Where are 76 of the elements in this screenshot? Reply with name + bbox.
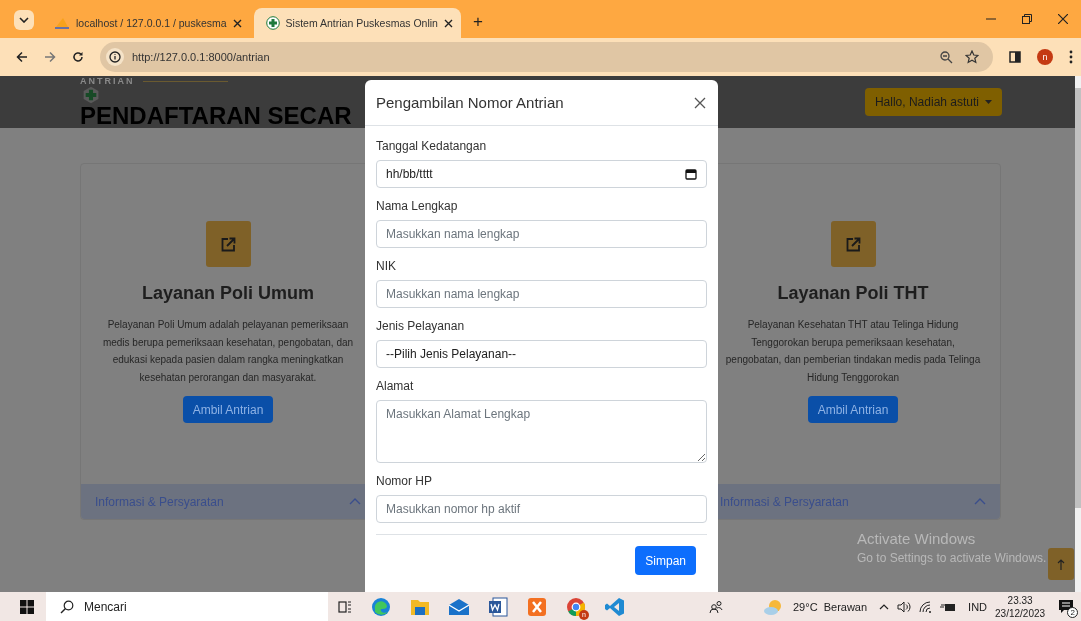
textarea-field[interactable]: Masukkan Alamat Lengkap — [376, 400, 707, 463]
task-view-icon[interactable] — [338, 599, 352, 614]
forward-icon[interactable] — [44, 51, 56, 63]
star-icon[interactable] — [965, 50, 979, 64]
date-field[interactable]: hh/bb/tttt — [376, 160, 707, 188]
folder-icon[interactable] — [410, 597, 430, 616]
chevron-down-icon — [19, 17, 29, 23]
close-icon[interactable] — [1058, 14, 1068, 24]
battery-plug-icon[interactable] — [940, 601, 957, 612]
modal-title: Pengambilan Nomor Antrian — [376, 94, 564, 111]
info-icon[interactable] — [106, 48, 124, 66]
scrollbar[interactable] — [1075, 76, 1081, 592]
chevron-icon — [974, 498, 986, 505]
word-icon[interactable] — [488, 596, 508, 617]
select-field[interactable]: --Pilih Jenis Pelayanan-- — [376, 340, 707, 368]
close-icon[interactable] — [232, 18, 242, 28]
card-description: Pelayanan Kesehatan THT atau Telinga Hidung Tenggorokan berupa pemeriksaan kesehatan, pengobatan, dan pemberian tindakan medis pada Telinga Hidung Tenggorokan — [724, 318, 982, 385]
clock-time[interactable]: 23.33 — [1007, 593, 1033, 607]
zoom-out-icon[interactable] — [940, 50, 953, 64]
take-queue-button[interactable]: Ambil Antrian — [182, 396, 274, 423]
notification-count: 2 — [1067, 606, 1079, 618]
edge-icon[interactable] — [371, 596, 391, 617]
restore-icon[interactable] — [1022, 14, 1032, 24]
wifi-icon[interactable] — [919, 600, 933, 613]
xampp-icon[interactable] — [527, 596, 547, 617]
field-label: Jenis Pelayanan — [376, 319, 466, 333]
browser-tab[interactable]: Sistem Antrian Puskesmas Onlin — [253, 8, 461, 38]
people-icon[interactable] — [709, 599, 723, 614]
activation-title: Activate Windows — [857, 530, 977, 547]
close-icon[interactable] — [443, 18, 453, 28]
code-editor-icon[interactable] — [605, 596, 625, 617]
cross-logo-icon — [265, 16, 280, 30]
side-panel-icon[interactable] — [1009, 51, 1021, 63]
new-tab-button[interactable]: + — [468, 12, 487, 32]
caret-icon — [985, 100, 992, 104]
field-label: NIK — [376, 259, 397, 273]
tab-list-button[interactable] — [14, 10, 34, 30]
input-field[interactable]: Masukkan nama lengkap — [376, 280, 707, 308]
take-queue-button[interactable]: Ambil Antrian — [807, 396, 899, 423]
arrow-up-icon — [1057, 558, 1065, 570]
weather-text[interactable]: 29°C Berawan — [793, 600, 868, 613]
external-link-icon — [220, 236, 236, 252]
notification-icon[interactable] — [1059, 599, 1074, 614]
input-field[interactable]: Masukkan nama lengkap — [376, 220, 707, 248]
profile-avatar[interactable]: n — [1037, 49, 1053, 65]
field-label: Nomor HP — [376, 474, 433, 488]
chevron-icon — [349, 498, 361, 505]
calendar-icon[interactable] — [685, 168, 697, 180]
save-button[interactable]: Simpan — [635, 546, 696, 575]
external-link-icon — [845, 236, 861, 252]
mail-icon[interactable] — [449, 598, 469, 615]
chevron-up-icon[interactable] — [879, 603, 890, 610]
input-field[interactable]: Masukkan nomor hp aktif — [376, 495, 707, 523]
reload-icon[interactable] — [72, 51, 84, 63]
card-title: Layanan Poli Umum — [141, 283, 314, 304]
more-menu-icon[interactable] — [1069, 50, 1073, 64]
eyebrow-text: ANTRIAN — [80, 76, 135, 86]
page-heading: PENDAFTARAN SECAR — [80, 104, 352, 128]
cross-logo-icon — [82, 86, 100, 104]
speaker-icon[interactable] — [897, 600, 912, 613]
field-label: Alamat — [376, 379, 415, 393]
taskbar-search-field[interactable]: Mencari — [46, 592, 328, 621]
language-indicator[interactable]: IND — [968, 600, 988, 613]
field-label: Nama Lengkap — [376, 199, 459, 213]
search-icon — [60, 599, 74, 614]
address-field[interactable]: http://127.0.0.1:8000/antrian — [100, 42, 993, 72]
browser-tab[interactable]: localhost / 127.0.0.1 / puskesma — [42, 8, 250, 38]
chrome-icon[interactable] — [566, 596, 586, 617]
card-description: Pelayanan Poli Umum adalah pelayanan pemeriksaan medis berupa pemeriksaan kesehatan, pengobatan, dan edukasi kepada pasien dalam rangka meningkatkan kesehatan perorangan dan masyarakat. — [101, 318, 355, 385]
field-label: Tanggal Kedatangan — [376, 139, 488, 153]
back-icon[interactable] — [16, 51, 28, 63]
start-icon[interactable] — [20, 599, 34, 614]
clock-date[interactable]: 23/12/2023 — [995, 606, 1046, 620]
sail-logo-icon — [54, 17, 70, 29]
close-icon[interactable] — [694, 96, 706, 109]
card-title: Layanan Poli THT — [777, 283, 929, 304]
